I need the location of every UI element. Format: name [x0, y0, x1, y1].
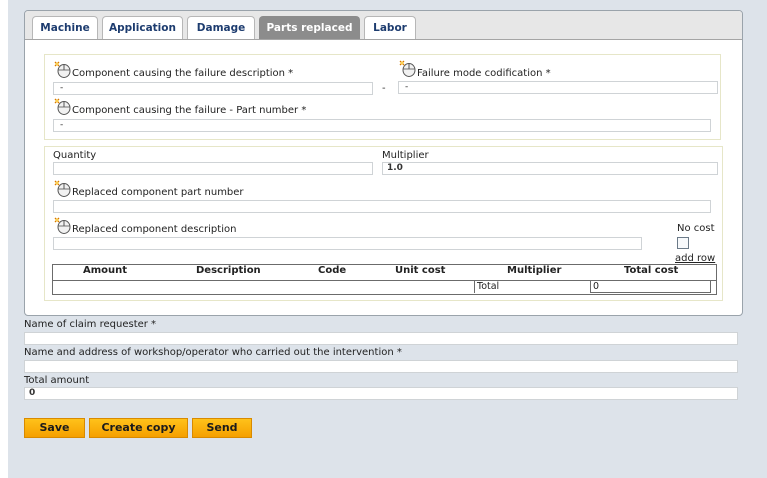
replaced-desc-field[interactable]	[53, 237, 642, 250]
multiplier-label: Multiplier	[382, 150, 429, 161]
send-button[interactable]: Send	[192, 418, 252, 438]
tab-bar: Machine Application Damage Parts replace…	[25, 11, 742, 40]
total-label-cell: Total	[474, 280, 590, 293]
workshop-label: Name and address of workshop/operator wh…	[24, 347, 402, 358]
col-total-cost: Total cost	[624, 265, 679, 276]
requester-field[interactable]	[24, 332, 738, 345]
part-number-label: Component causing the failure - Part num…	[72, 105, 307, 116]
col-unit-cost: Unit cost	[395, 265, 446, 276]
tab-application[interactable]: Application	[102, 16, 183, 39]
total-amount-field[interactable]: 0	[24, 387, 738, 400]
component-desc-label: Component causing the failure descriptio…	[72, 68, 294, 79]
replaced-pn-field[interactable]	[53, 200, 711, 213]
multiplier-field[interactable]: 1.0	[382, 162, 718, 175]
col-amount: Amount	[83, 265, 128, 276]
part-number-field[interactable]: -	[53, 119, 711, 132]
col-code: Code	[318, 265, 347, 276]
failure-mode-field[interactable]: -	[398, 81, 718, 94]
tab-damage[interactable]: Damage	[187, 16, 255, 39]
no-cost-label: No cost	[677, 223, 715, 234]
save-button[interactable]: Save	[24, 418, 85, 438]
replaced-desc-label: Replaced component description	[72, 224, 237, 235]
col-description: Description	[196, 265, 261, 276]
cost-table: Amount Description Code Unit cost Multip…	[52, 264, 717, 295]
workshop-field[interactable]	[24, 360, 738, 373]
separator-dash: -	[382, 83, 386, 94]
requester-label: Name of claim requester *	[24, 319, 157, 330]
tab-machine[interactable]: Machine	[32, 16, 98, 39]
failure-mode-label: Failure mode codification *	[417, 68, 551, 79]
col-multiplier: Multiplier	[507, 265, 562, 276]
total-value-cell: 0	[590, 280, 711, 293]
quantity-field[interactable]	[53, 162, 373, 175]
tab-parts-replaced[interactable]: Parts replaced	[259, 16, 360, 39]
left-margin	[0, 0, 8, 478]
help-mouse-icon[interactable]	[399, 59, 417, 77]
no-cost-checkbox[interactable]	[677, 237, 689, 249]
create-copy-button[interactable]: Create copy	[89, 418, 188, 438]
quantity-label: Quantity	[53, 150, 97, 161]
help-mouse-icon[interactable]	[54, 216, 72, 234]
tab-labor[interactable]: Labor	[364, 16, 416, 39]
total-amount-label: Total amount	[24, 375, 90, 386]
replaced-pn-label: Replaced component part number	[72, 187, 244, 198]
component-desc-field[interactable]: -	[53, 82, 373, 95]
help-mouse-icon[interactable]	[54, 97, 72, 115]
add-row-link[interactable]: add row	[675, 253, 715, 264]
help-mouse-icon[interactable]	[54, 179, 72, 197]
help-mouse-icon[interactable]	[54, 60, 72, 78]
